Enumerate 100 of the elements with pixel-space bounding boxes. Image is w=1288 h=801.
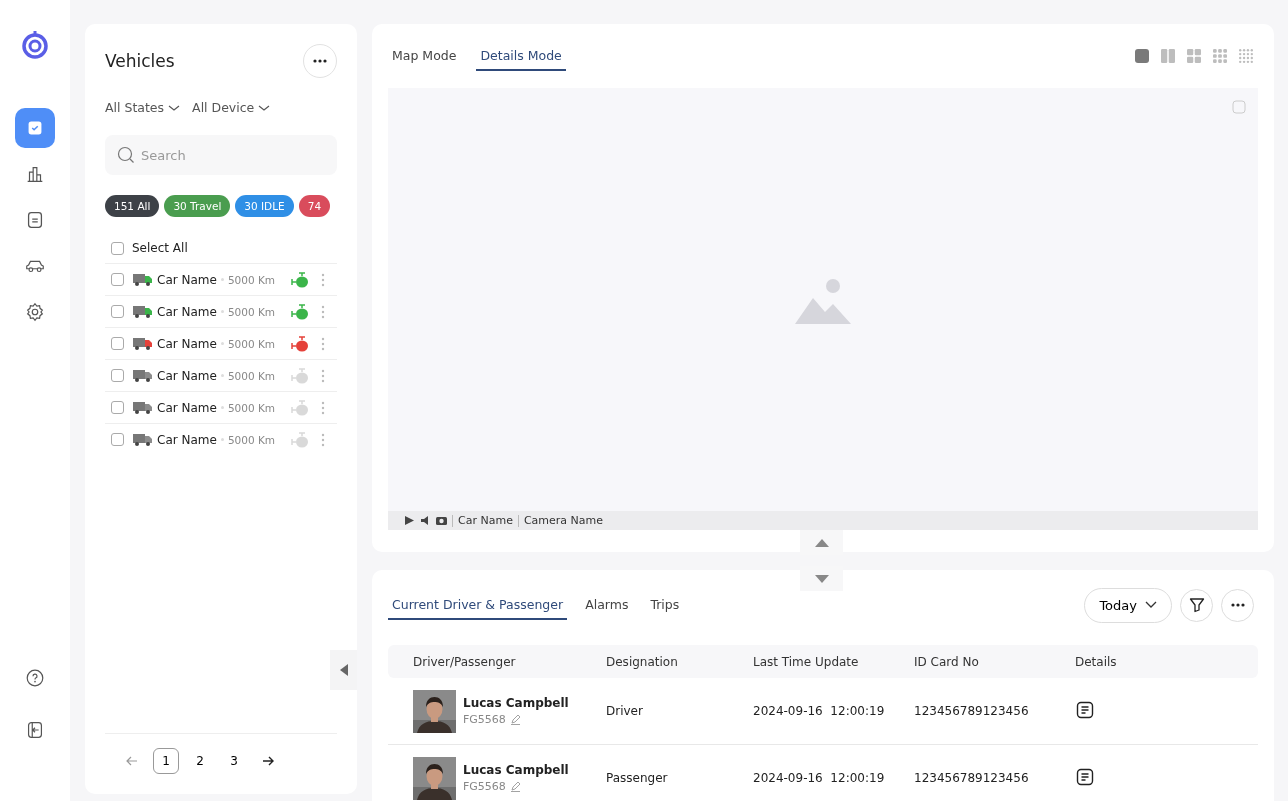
triangle-up-icon: [814, 538, 829, 547]
vehicle-distance: 5000 Km: [227, 401, 276, 414]
filter-button[interactable]: [1180, 588, 1213, 622]
search-icon: [117, 146, 135, 164]
kebab-icon[interactable]: [321, 368, 325, 383]
camera-icon[interactable]: [436, 515, 447, 526]
filter-icon: [1188, 597, 1205, 613]
period-dropdown[interactable]: Today: [1084, 587, 1172, 623]
filter-dropdown[interactable]: All Device: [192, 100, 271, 115]
search-field[interactable]: Search: [105, 135, 337, 175]
column-header: Details: [1075, 654, 1118, 669]
truck-icon: [133, 337, 153, 350]
page-button[interactable]: 2: [187, 748, 213, 774]
checkbox[interactable]: [111, 241, 124, 255]
checkbox[interactable]: [111, 273, 124, 286]
mode-tab[interactable]: Map Mode: [388, 41, 461, 71]
edit-icon[interactable]: [509, 714, 521, 725]
column-header: ID Card No: [914, 654, 980, 669]
camera-name: Camera Name: [523, 514, 604, 527]
fullscreen-icon[interactable]: [1232, 100, 1246, 114]
kebab-icon[interactable]: [321, 304, 325, 319]
truck-icon: [133, 369, 153, 382]
layout-icon[interactable]: [1160, 48, 1176, 64]
truck-icon: [133, 401, 153, 414]
logo-icon: [20, 30, 50, 60]
vehicle-distance: 5000 Km: [227, 305, 276, 318]
caret-icon: [258, 103, 271, 112]
kebab-icon[interactable]: [321, 432, 325, 447]
engine-icon: [291, 367, 309, 384]
kebab-icon[interactable]: [321, 400, 325, 415]
table-cell-text: Passenger: [606, 771, 669, 785]
vehicle-distance: 5000 Km: [227, 273, 276, 286]
person-name: Lucas Campbell: [463, 763, 569, 777]
vehicle-name: Car Name: [157, 368, 217, 383]
engine-icon: [291, 303, 309, 320]
status-chip[interactable]: 151 All: [105, 195, 160, 217]
triangle-left-icon: [339, 664, 348, 676]
truck-icon: [133, 433, 153, 446]
page-button[interactable]: 1: [153, 748, 179, 774]
page-button[interactable]: 3: [221, 748, 247, 774]
engine-icon: [291, 431, 309, 448]
more-button[interactable]: [303, 44, 337, 78]
status-chip[interactable]: 74: [298, 195, 331, 217]
more-icon: [1230, 603, 1245, 607]
truck-icon: [133, 305, 153, 318]
person-name: Lucas Campbell: [463, 696, 569, 710]
table-cell-text: Driver: [606, 704, 644, 718]
checkbox[interactable]: [111, 433, 124, 446]
vehicle-distance: 5000 Km: [227, 433, 276, 446]
vehicle-name: Car Name: [157, 272, 217, 287]
next-arrow-icon[interactable]: [261, 754, 275, 768]
table-cell-text: 2024-09-16 12:00:19: [753, 771, 886, 785]
vehicle-distance: 5000 Km: [227, 337, 276, 350]
speaker-icon[interactable]: [420, 515, 431, 526]
engine-icon: [291, 399, 309, 416]
details-tab[interactable]: Trips: [646, 590, 684, 620]
layout-icon[interactable]: [1134, 48, 1150, 64]
kebab-icon[interactable]: [321, 336, 325, 351]
expand-up-button[interactable]: [800, 530, 843, 555]
more-button[interactable]: [1221, 588, 1254, 622]
layout-icon[interactable]: [1186, 48, 1202, 64]
checkbox[interactable]: [111, 305, 124, 318]
engine-icon: [291, 271, 309, 288]
car-name: Car Name: [458, 514, 513, 527]
kebab-icon[interactable]: [321, 272, 325, 287]
checkbox-label: Select All: [132, 241, 188, 255]
details-tab[interactable]: Current Driver & Passenger: [388, 590, 568, 620]
engine-icon: [291, 335, 309, 352]
column-header: Designation: [606, 654, 679, 669]
vehicle-distance: 5000 Km: [227, 369, 276, 382]
checkbox[interactable]: [111, 369, 124, 382]
column-header: Driver/Passenger: [413, 654, 517, 669]
details-icon[interactable]: [1075, 699, 1095, 720]
mode-tab[interactable]: Details Mode: [476, 41, 566, 71]
checkbox[interactable]: [111, 401, 124, 414]
table-cell-text: 2024-09-16 12:00:19: [753, 704, 886, 718]
filter-dropdown[interactable]: All States: [105, 100, 181, 115]
triangle-down-icon: [814, 574, 829, 583]
previous-arrow-icon[interactable]: [125, 754, 139, 768]
table-cell-text: 123456789123456: [914, 771, 1030, 785]
edit-icon[interactable]: [509, 781, 521, 792]
vehicle-name: Car Name: [157, 336, 217, 351]
vehicle-name: Car Name: [157, 400, 217, 415]
person-code: FG5568: [463, 713, 506, 726]
vehicle-name: Car Name: [157, 304, 217, 319]
person-code: FG5568: [463, 780, 506, 793]
more-icon: [313, 59, 327, 63]
collapse-button[interactable]: [330, 650, 357, 690]
play-icon[interactable]: [404, 515, 415, 526]
layout-icon[interactable]: [1212, 48, 1228, 64]
column-header: Last Time Update: [753, 654, 860, 669]
details-tab[interactable]: Alarms: [581, 590, 633, 620]
table-cell-text: 123456789123456: [914, 704, 1030, 718]
layout-icon[interactable]: [1238, 48, 1254, 64]
details-icon[interactable]: [1075, 766, 1095, 787]
vehicle-name: Car Name: [157, 432, 217, 447]
checkbox[interactable]: [111, 337, 124, 350]
check-icon[interactable]: [15, 108, 55, 148]
caret-icon: [168, 103, 181, 112]
panel-title: Vehicles: [105, 51, 175, 71]
